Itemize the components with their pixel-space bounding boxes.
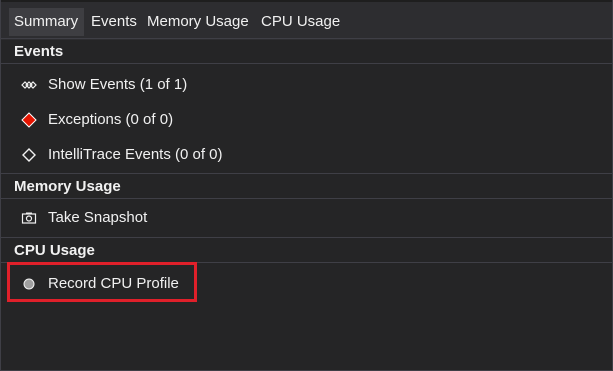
intellitrace-diamond-icon xyxy=(21,147,37,163)
intellitrace-events-label: IntelliTrace Events (0 of 0) xyxy=(48,146,223,163)
memory-usage-section-header: Memory Usage xyxy=(1,173,612,199)
take-snapshot-label: Take Snapshot xyxy=(48,209,148,226)
show-events-icon xyxy=(21,77,37,93)
cpu-usage-section-header: CPU Usage xyxy=(1,237,612,263)
events-section-header: Events xyxy=(1,38,612,64)
camera-icon xyxy=(21,210,37,226)
tab-events[interactable]: Events xyxy=(91,8,137,36)
highlight-box xyxy=(7,262,197,302)
exceptions-label: Exceptions (0 of 0) xyxy=(48,111,174,128)
tab-memory-usage[interactable]: Memory Usage xyxy=(147,8,249,36)
exception-diamond-icon xyxy=(21,112,37,128)
diagnostic-tools-window: Summary Events Memory Usage CPU Usage Ev… xyxy=(0,0,613,371)
show-events-label: Show Events (1 of 1) xyxy=(48,76,188,93)
tab-cpu-usage[interactable]: CPU Usage xyxy=(261,8,340,36)
tab-bar: Summary Events Memory Usage CPU Usage xyxy=(1,0,612,40)
tab-summary[interactable]: Summary xyxy=(9,8,84,36)
